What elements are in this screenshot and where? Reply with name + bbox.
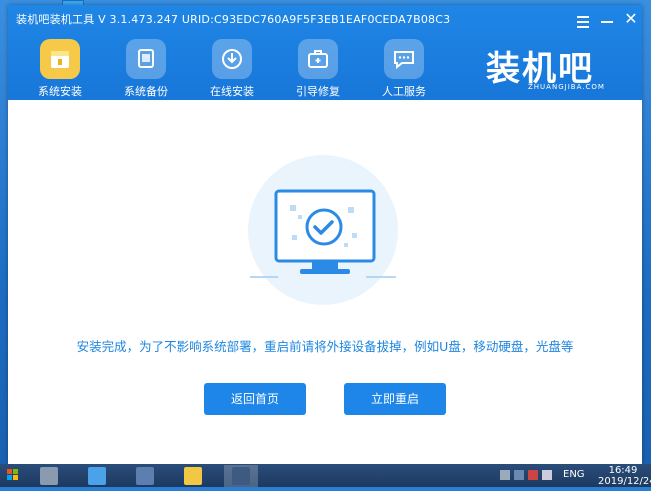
- brand-domain: ZHUANGJIBA.COM: [528, 83, 605, 91]
- disk-tool-icon: [40, 467, 58, 485]
- nav-label: 系统安装: [38, 85, 82, 98]
- menu-icon-bar: [577, 21, 589, 23]
- input-method-indicator[interactable]: ENG: [563, 469, 585, 480]
- nav-item-online-install[interactable]: 在线安装: [195, 35, 269, 100]
- taskbar-app-network[interactable]: [128, 465, 162, 487]
- close-button[interactable]: ✕: [620, 9, 642, 29]
- windows-logo-icon: [7, 469, 18, 480]
- window-title: 装机吧装机工具 V 3.1.473.247 URID:C93EDC760A9F5…: [16, 13, 451, 26]
- menu-icon-bar: [577, 26, 589, 28]
- installer-window: 装机吧装机工具 V 3.1.473.247 URID:C93EDC760A9F5…: [8, 5, 642, 464]
- menu-icon: [577, 16, 589, 18]
- clock-time: 16:49: [608, 465, 638, 476]
- folder-icon: [184, 467, 202, 485]
- nav-item-system-install[interactable]: 系统安装: [23, 35, 97, 100]
- install-complete-illustration: [248, 155, 398, 305]
- tray-app-icon[interactable]: [514, 470, 524, 480]
- nav-label: 人工服务: [382, 85, 426, 98]
- taskbar-app-explorer[interactable]: [176, 465, 210, 487]
- chat-support-icon: [384, 39, 424, 79]
- clock-date: 2019/12/24: [598, 476, 651, 487]
- install-complete-message: 安装完成，为了不影响系统部署，重启前请将外接设备拔掉，例如U盘，移动硬盘，光盘等: [76, 339, 574, 354]
- taskbar-app-installer[interactable]: [224, 465, 258, 487]
- minimize-button[interactable]: [596, 9, 618, 29]
- back-home-button[interactable]: 返回首页: [204, 383, 306, 415]
- nav-label: 系统备份: [124, 85, 168, 98]
- nav-item-chat-support[interactable]: 人工服务: [367, 35, 441, 100]
- taskbar: ENG 16:49 2019/12/24: [0, 464, 651, 487]
- menu-button[interactable]: [572, 9, 594, 29]
- minimize-icon: [601, 21, 613, 23]
- computer-icon: [88, 467, 106, 485]
- tray-arrow-icon[interactable]: [500, 470, 510, 480]
- taskbar-app-computer[interactable]: [80, 465, 114, 487]
- online-install-icon: [212, 39, 252, 79]
- installer-icon: [232, 467, 250, 485]
- window-header: 装机吧装机工具 V 3.1.473.247 URID:C93EDC760A9F5…: [8, 5, 642, 100]
- system-backup-icon: [126, 39, 166, 79]
- start-button[interactable]: [0, 464, 26, 487]
- nav-label: 在线安装: [210, 85, 254, 98]
- system-install-icon: [40, 39, 80, 79]
- tray-network-icon[interactable]: [528, 470, 538, 480]
- tray-volume-icon[interactable]: [542, 470, 552, 480]
- network-icon: [136, 467, 154, 485]
- boot-repair-icon: [298, 39, 338, 79]
- close-icon: ✕: [624, 9, 638, 28]
- nav-item-system-backup[interactable]: 系统备份: [109, 35, 183, 100]
- taskbar-clock[interactable]: 16:49 2019/12/24: [598, 465, 651, 487]
- nav-label: 引导修复: [296, 85, 340, 98]
- nav-item-boot-repair[interactable]: 引导修复: [281, 35, 355, 100]
- restart-now-button[interactable]: 立即重启: [344, 383, 446, 415]
- taskbar-app-disk-tool[interactable]: [32, 465, 66, 487]
